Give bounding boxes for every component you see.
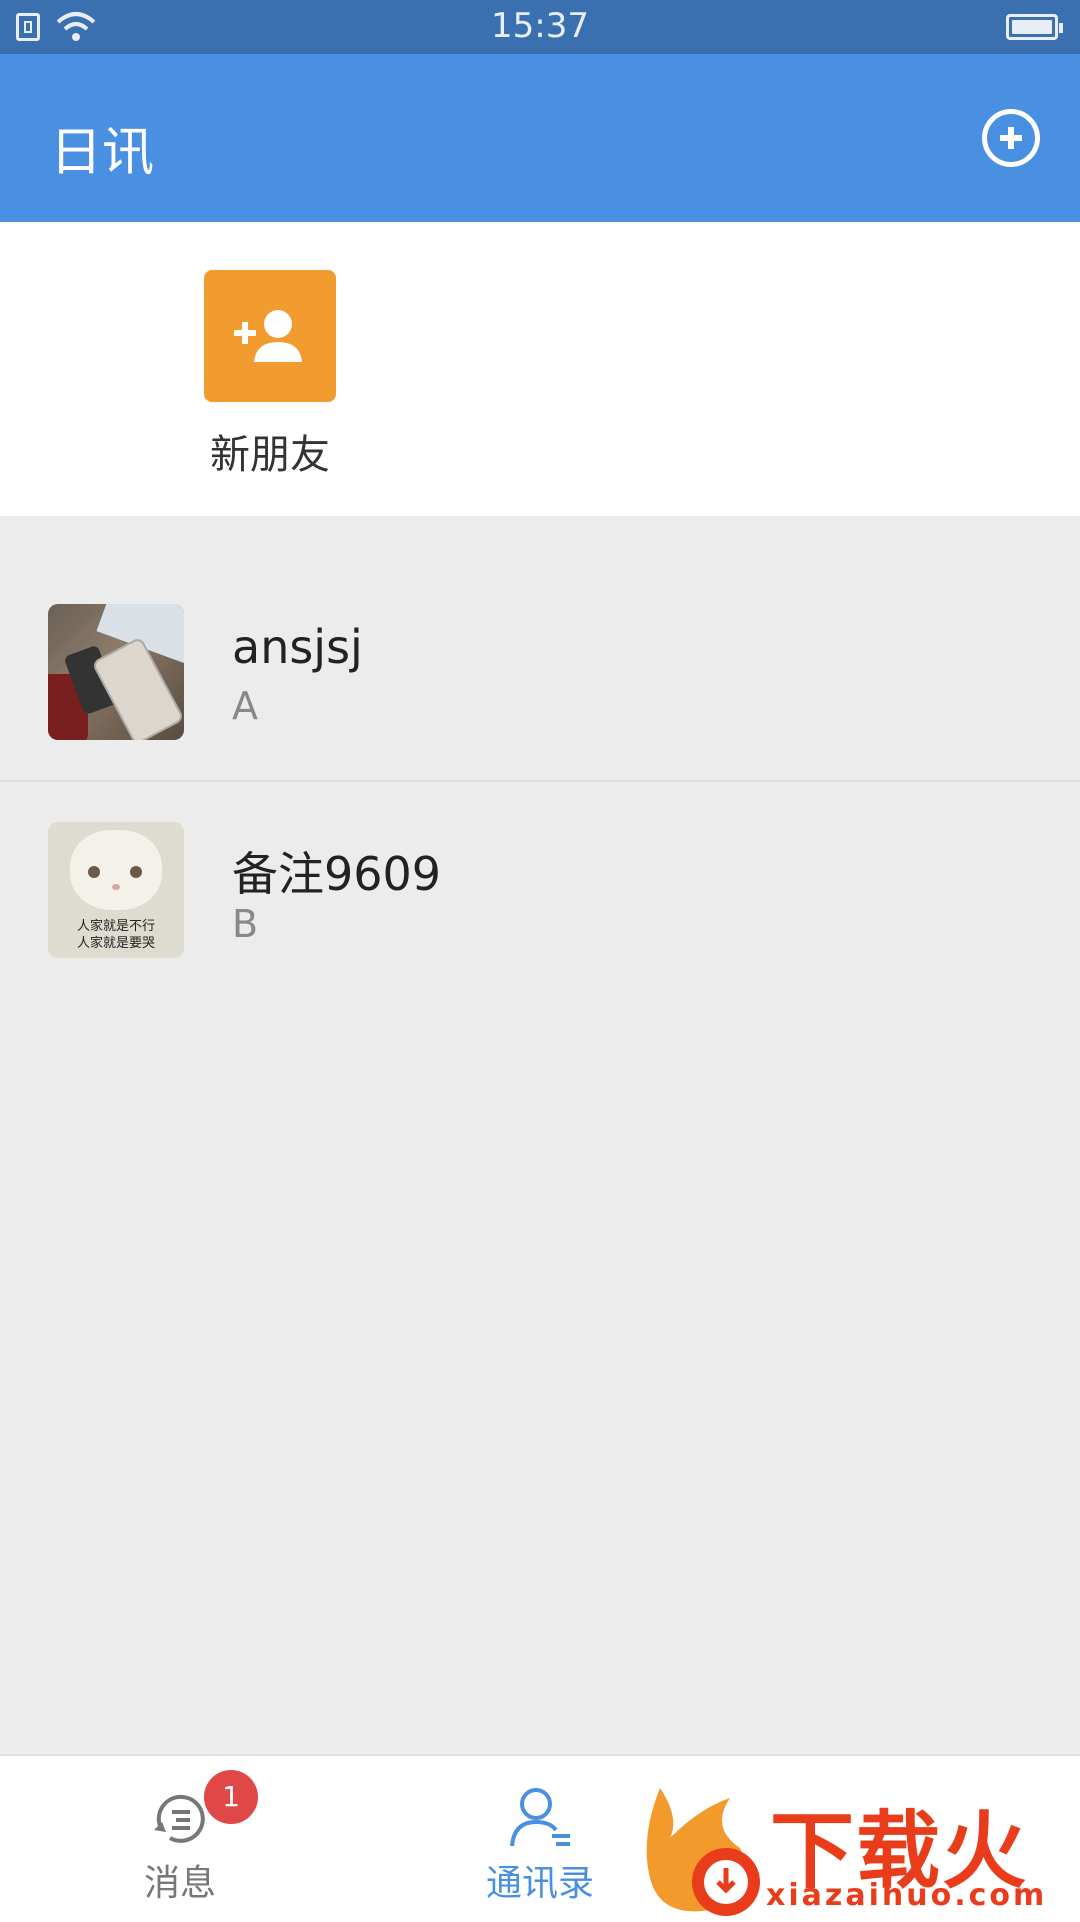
add-user-icon — [204, 270, 336, 402]
tab-contacts[interactable]: 通讯录 — [440, 1756, 640, 1922]
tab-messages[interactable]: 1 消息 — [80, 1756, 280, 1922]
avatar: 人家就是不行 人家就是要哭 — [48, 822, 184, 958]
plus-circle-icon[interactable] — [982, 109, 1040, 167]
message-icon — [154, 1794, 205, 1843]
avatar-caption-line: 人家就是要哭 — [76, 936, 155, 951]
avatar — [48, 604, 184, 740]
unread-badge: 1 — [204, 1770, 258, 1824]
contact-row[interactable]: 人家就是不行 人家就是要哭 备注9609 B — [0, 782, 1080, 976]
app-title: 日讯 — [50, 123, 155, 183]
flame-logo-icon — [646, 1788, 760, 1916]
avatar-caption-line: 人家就是不行 — [76, 919, 155, 934]
contact-name: 备注9609 — [232, 847, 442, 901]
contact-name: ansjsj — [232, 620, 363, 674]
status-time: 15:37 — [491, 6, 589, 46]
contact-row[interactable]: ansjsj A — [0, 586, 1080, 782]
watermark-url: xiazaihuo.com — [766, 1878, 1048, 1913]
tab-contacts-label: 通讯录 — [485, 1863, 594, 1904]
new-friends-button[interactable]: 新朋友 — [188, 270, 352, 480]
status-bar: 15:37 — [0, 0, 1080, 54]
contact-index-letter: B — [232, 902, 259, 946]
tab-messages-label: 消息 — [143, 1863, 216, 1904]
contacts-icon — [510, 1788, 570, 1847]
watermark: 下载火 xiazaihuo.com — [640, 1778, 1080, 1920]
new-friends-label: 新朋友 — [210, 432, 330, 478]
contact-index-letter: A — [232, 684, 258, 728]
app-bar: 日讯 — [0, 54, 1080, 222]
contact-list: ansjsj A 人家就是不行 人家就是要哭 备注9609 B — [0, 586, 1080, 976]
new-friends-panel: 新朋友 — [0, 222, 1080, 516]
battery-icon — [1006, 14, 1063, 40]
